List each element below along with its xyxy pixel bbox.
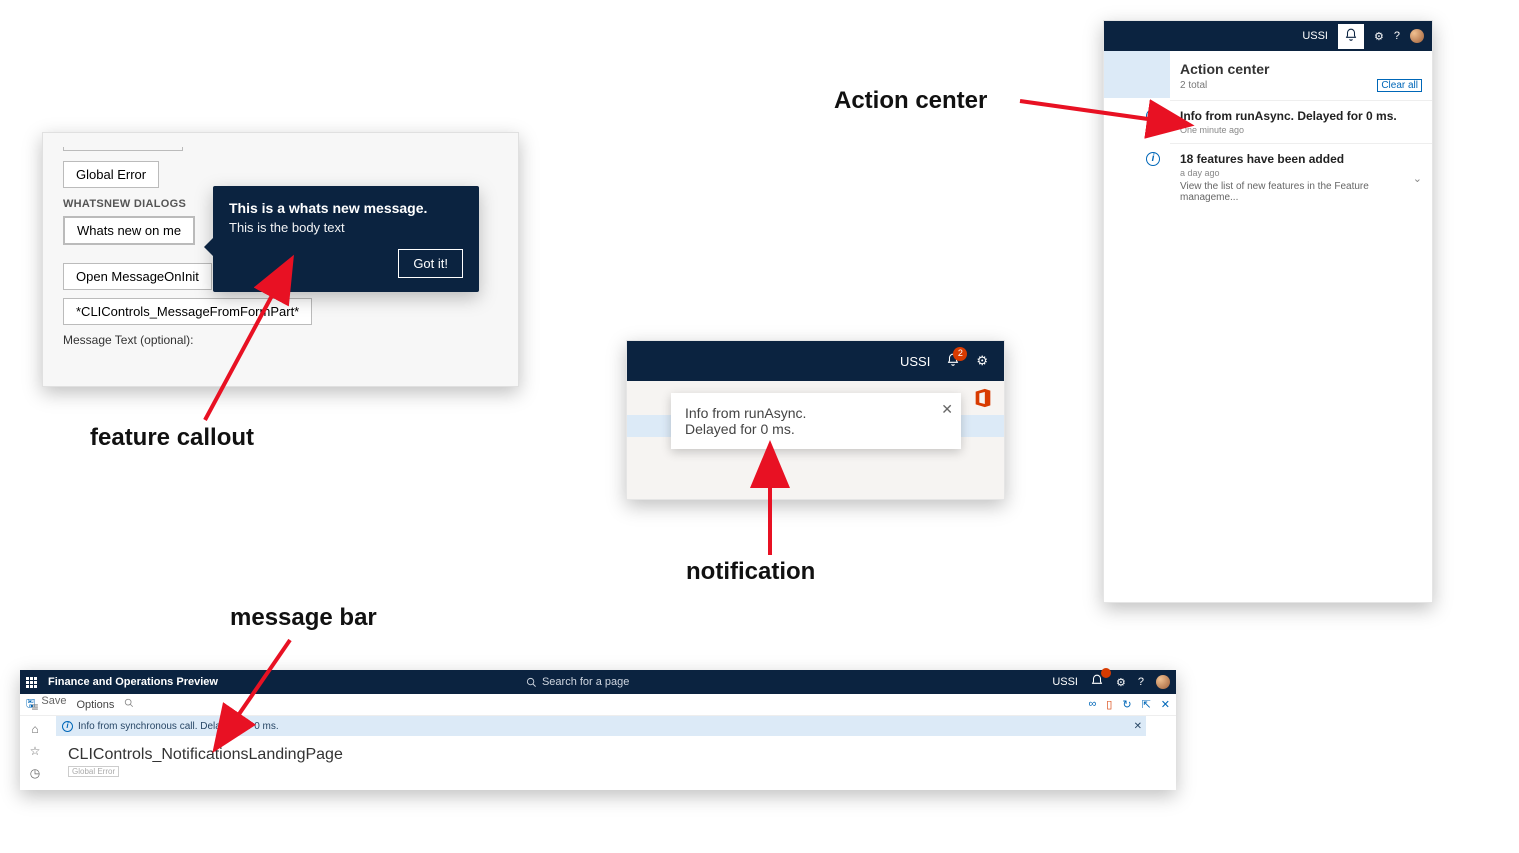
annotation-arrows — [0, 0, 1519, 853]
